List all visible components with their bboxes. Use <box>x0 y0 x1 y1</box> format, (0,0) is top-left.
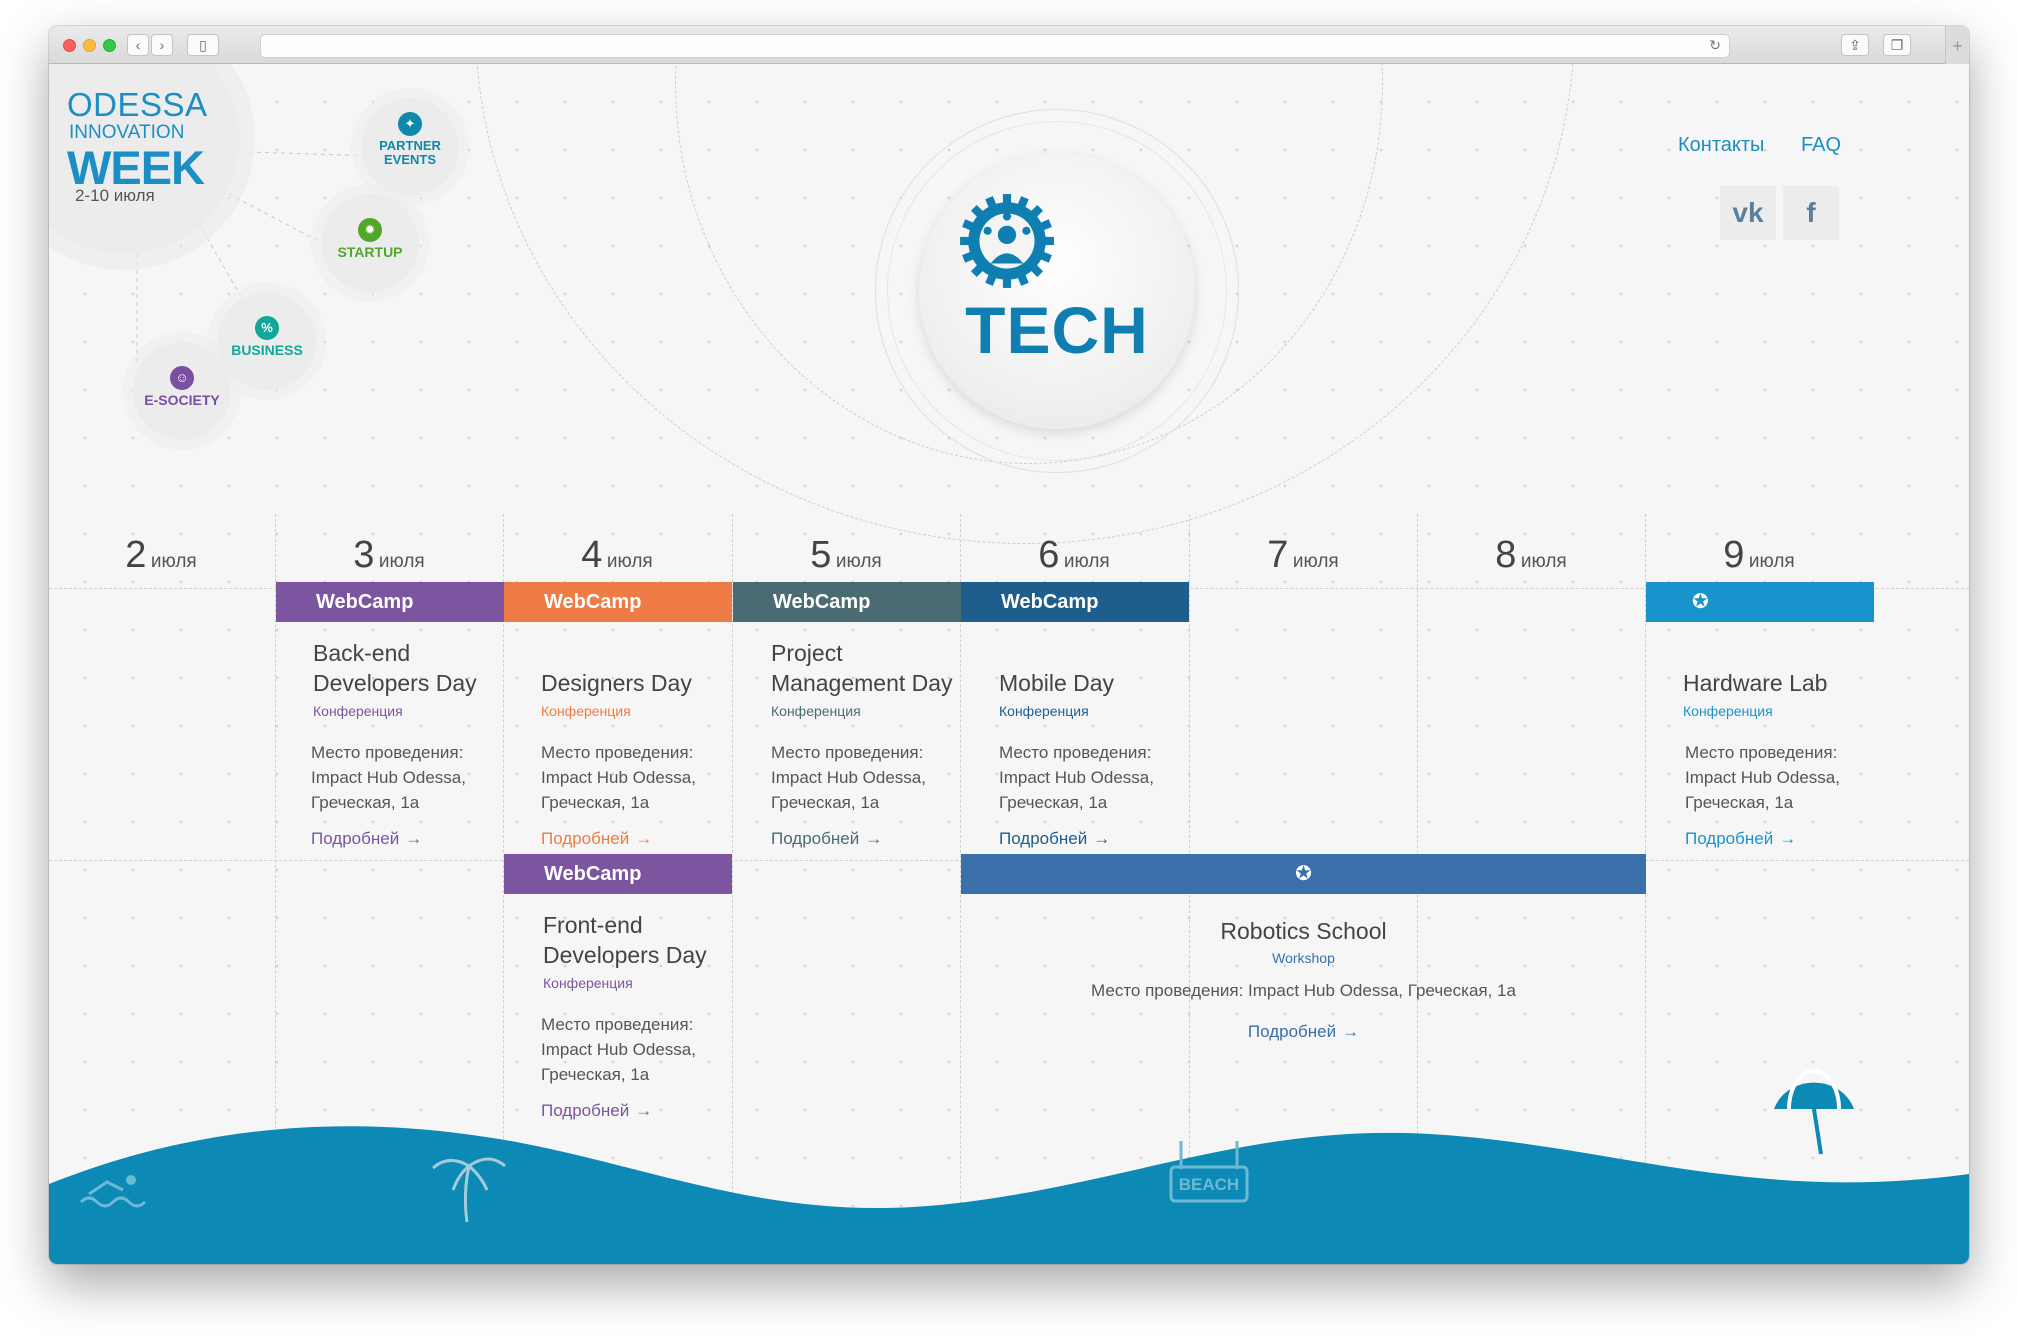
arrow-right-icon: → <box>1093 829 1111 848</box>
event-header-mobile[interactable]: WebCamp <box>961 582 1189 622</box>
browser-window: ‹ › ▯ ↻ ⇪ ❐ + ODESSA INNOVATION WEEK 2-1… <box>49 26 1969 1264</box>
event-type: Конференция <box>999 703 1089 719</box>
event-type: Конференция <box>1683 703 1773 719</box>
event-more-link[interactable]: Подробней → <box>771 829 882 849</box>
nav-contacts-link[interactable]: Контакты <box>1678 134 1764 157</box>
event-title[interactable]: Front-end Developers Day <box>543 910 707 970</box>
event-header-project-management[interactable]: WebCamp <box>733 582 961 622</box>
day-header: 8 июля <box>1495 534 1567 576</box>
day-header: 6 июля <box>1038 534 1110 576</box>
palm-tree-icon <box>432 1157 506 1223</box>
logo-line-odessa: ODESSA <box>67 86 208 123</box>
swimmer-icon <box>79 1175 147 1208</box>
event-venue: Место проведения: Impact Hub Odessa, Грече… <box>771 743 926 812</box>
event-venue: Место проведения: Impact Hub Odessa, Грече… <box>1685 743 1840 812</box>
forward-icon[interactable]: › <box>151 34 173 56</box>
arrow-right-icon: → <box>1779 829 1797 848</box>
event-title[interactable]: Mobile Day <box>999 668 1114 698</box>
browser-toolbar: ‹ › ▯ ↻ ⇪ ❐ + <box>49 26 1969 64</box>
share-icon[interactable]: ⇪ <box>1841 34 1869 56</box>
event-more-link[interactable]: Подробней → <box>961 1022 1646 1042</box>
rocket-icon: ✹ <box>358 218 382 242</box>
beach-umbrella-icon <box>1774 1069 1854 1154</box>
event-type: Конференция <box>543 975 633 991</box>
day-header: 2 июля <box>125 534 197 576</box>
event-more-link[interactable]: Подробней → <box>541 829 652 849</box>
people-icon: ☺ <box>170 366 194 390</box>
event-type: Конференция <box>771 703 861 719</box>
day-header: 3 июля <box>353 534 425 576</box>
back-icon[interactable]: ‹ <box>127 34 149 56</box>
startup-label: STARTUP <box>337 244 403 260</box>
beach-sign-text: BEACH <box>1179 1175 1239 1194</box>
page-content: ODESSA INNOVATION WEEK 2-10 июля ✦ PARTN… <box>49 64 1969 1264</box>
category-partner-events[interactable]: ✦ PARTNER EVENTS <box>361 98 459 196</box>
tech-title: TECH <box>965 293 1149 367</box>
category-esociety[interactable]: ☺ E-SOCIETY <box>133 342 231 440</box>
gear-robot-icon <box>960 194 1054 288</box>
sidebar-toggle-icon[interactable]: ▯ <box>187 34 219 56</box>
event-header-designers[interactable]: WebCamp <box>504 582 732 622</box>
category-startup[interactable]: ✹ STARTUP <box>321 194 419 292</box>
partner-label-2: EVENTS <box>383 152 436 167</box>
event-header-robotics[interactable]: ✪ <box>961 854 1646 894</box>
partner-label-1: PARTNER <box>379 138 441 153</box>
event-venue: Место проведения: Impact Hub Odessa, Грече… <box>311 743 466 812</box>
handshake-icon: ✦ <box>398 112 422 136</box>
event-title[interactable]: Designers Day <box>541 668 692 698</box>
tabs-icon[interactable]: ❐ <box>1883 34 1911 56</box>
reload-icon[interactable]: ↻ <box>1709 37 1721 54</box>
address-bar[interactable]: ↻ <box>260 34 1730 58</box>
day-header: 7 июля <box>1267 534 1339 576</box>
nav-faq-link[interactable]: FAQ <box>1801 134 1841 157</box>
logo-dates: 2-10 июля <box>75 186 155 205</box>
arrow-right-icon: → <box>1342 1022 1360 1041</box>
zoom-window-button[interactable] <box>103 39 116 52</box>
event-title[interactable]: Project Management Day <box>771 638 953 698</box>
event-type: Конференция <box>541 703 631 719</box>
event-venue: Место проведения: Impact Hub Odessa, Грече… <box>541 743 696 812</box>
arrow-right-icon: → <box>865 829 883 848</box>
arrow-right-icon: → <box>635 829 653 848</box>
event-venue: Место проведения: Impact Hub Odessa, Грече… <box>999 743 1154 812</box>
event-more-link[interactable]: Подробней → <box>311 829 422 849</box>
site-logo[interactable]: ODESSA INNOVATION WEEK 2-10 июля <box>49 64 239 224</box>
event-header-backend[interactable]: WebCamp <box>276 582 504 622</box>
day-header: 4 июля <box>581 534 653 576</box>
event-header-frontend[interactable]: WebCamp <box>504 854 732 894</box>
facebook-icon[interactable]: f <box>1783 186 1839 240</box>
event-header-hardware[interactable]: ✪ <box>1646 582 1874 622</box>
beach-sign-icon: BEACH <box>1169 1141 1249 1203</box>
day-header: 5 июля <box>810 534 882 576</box>
robot-icon: ✪ <box>1295 863 1312 885</box>
percent-icon: % <box>255 316 279 340</box>
event-title[interactable]: Robotics School <box>961 916 1646 946</box>
vk-icon[interactable]: vk <box>1720 186 1776 240</box>
arrow-right-icon: → <box>405 829 423 848</box>
event-type: Конференция <box>313 703 403 719</box>
event-more-link[interactable]: Подробней → <box>1685 829 1796 849</box>
category-business[interactable]: % BUSINESS <box>218 292 316 390</box>
sea-wave-footer <box>49 1126 1969 1264</box>
minimize-window-button[interactable] <box>83 39 96 52</box>
day-header: 9 июля <box>1723 534 1795 576</box>
new-tab-icon[interactable]: + <box>1945 26 1969 64</box>
event-venue: Место проведения: Impact Hub Odessa, Грече… <box>541 1015 696 1084</box>
event-venue: Место проведения: Impact Hub Odessa, Гре… <box>1091 981 1516 1000</box>
event-title[interactable]: Hardware Lab <box>1683 668 1827 698</box>
event-more-link[interactable]: Подробней → <box>999 829 1110 849</box>
close-window-button[interactable] <box>63 39 76 52</box>
esociety-label: E-SOCIETY <box>144 392 220 408</box>
business-label: BUSINESS <box>231 342 303 358</box>
robot-icon: ✪ <box>1692 591 1709 613</box>
event-type: Workshop <box>1272 950 1335 966</box>
event-title[interactable]: Back-end Developers Day <box>313 638 477 698</box>
